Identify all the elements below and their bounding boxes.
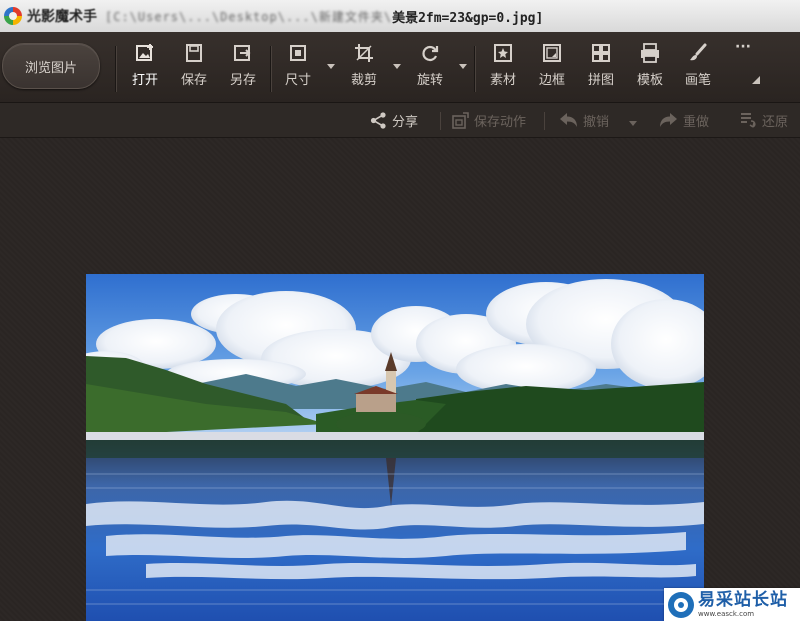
material-label: 素材	[489, 73, 516, 88]
browse-images-button[interactable]: 浏览图片	[2, 43, 100, 89]
restore-button[interactable]: 还原	[738, 110, 788, 130]
more-button[interactable]: ···	[720, 39, 766, 94]
save-action-button[interactable]: 保存动作	[452, 110, 526, 130]
image-canvas[interactable]	[0, 138, 800, 621]
rotate-icon	[419, 42, 441, 64]
save-action-label: 保存动作	[474, 114, 527, 130]
rotate-button[interactable]: 旋转	[407, 42, 453, 94]
save-button[interactable]: 保存	[171, 42, 217, 94]
save-as-icon	[232, 42, 254, 64]
action-divider	[544, 112, 545, 130]
restore-label: 还原	[762, 114, 789, 130]
site-watermark: 易采站长站 www.easck.com	[664, 588, 800, 621]
app-logo-icon	[4, 7, 22, 25]
landscape-photo	[86, 274, 704, 621]
template-label: 模板	[636, 73, 663, 88]
resize-icon	[287, 42, 309, 64]
toolbar-divider	[474, 46, 475, 92]
toolbar-divider	[115, 46, 116, 92]
app-window: 光影魔术手 [C:\Users\...\Desktop\...\新建文件夹\ 美…	[0, 0, 800, 621]
main-toolbar: 浏览图片 打开 保存 另存 尺寸 裁剪 旋转 素材 边框 拼图 模板 画笔 ··…	[0, 32, 800, 103]
template-button[interactable]: 模板	[627, 42, 673, 94]
resize-dropdown-arrow[interactable]	[327, 64, 335, 69]
share-icon	[370, 111, 386, 129]
save-label: 保存	[180, 73, 207, 88]
undo-dropdown-arrow[interactable]	[629, 121, 637, 126]
action-bar: 分享 保存动作 撤销 重做 还原	[0, 103, 800, 138]
crop-label: 裁剪	[350, 73, 377, 88]
redo-button[interactable]: 重做	[659, 110, 709, 130]
crop-icon	[353, 42, 375, 64]
material-button[interactable]: 素材	[480, 42, 526, 94]
undo-label: 撤销	[583, 114, 610, 130]
material-icon	[492, 42, 514, 64]
file-path: [C:\Users\...\Desktop\...\新建文件夹\	[105, 9, 393, 24]
frame-label: 边框	[538, 73, 565, 88]
collage-button[interactable]: 拼图	[578, 42, 624, 94]
open-label: 打开	[131, 73, 158, 88]
frame-button[interactable]: 边框	[529, 42, 575, 94]
template-icon	[639, 42, 661, 64]
share-button[interactable]: 分享	[370, 110, 418, 130]
resize-button[interactable]: 尺寸	[275, 42, 321, 94]
frame-icon	[541, 42, 563, 64]
collage-label: 拼图	[587, 73, 614, 88]
more-icon: ···	[732, 39, 754, 56]
rotate-dropdown-arrow[interactable]	[459, 64, 467, 69]
save-as-label: 另存	[229, 73, 256, 88]
toolbar-divider	[270, 46, 271, 92]
crop-button[interactable]: 裁剪	[341, 42, 387, 94]
watermark-name: 易采站长站	[698, 590, 788, 610]
brush-icon	[687, 42, 709, 64]
redo-label: 重做	[683, 114, 710, 130]
expand-toolbar-icon[interactable]	[752, 76, 760, 84]
brush-label: 画笔	[684, 73, 711, 88]
open-button[interactable]: 打开	[122, 42, 168, 94]
app-title: 光影魔术手	[27, 9, 97, 25]
undo-icon	[560, 112, 577, 127]
title-bar: 光影魔术手 [C:\Users\...\Desktop\...\新建文件夹\ 美…	[0, 0, 800, 33]
save-as-button[interactable]: 另存	[220, 42, 266, 94]
save-action-icon	[452, 111, 469, 129]
save-icon	[183, 42, 205, 64]
watermark-logo-icon	[668, 591, 694, 618]
open-image-icon	[134, 42, 156, 64]
restore-icon	[741, 112, 756, 128]
redo-icon	[660, 112, 677, 127]
collage-icon	[590, 42, 612, 64]
watermark-url: www.easck.com	[698, 610, 755, 618]
resize-label: 尺寸	[284, 73, 311, 88]
action-divider	[440, 112, 441, 130]
share-label: 分享	[392, 114, 419, 130]
more-label: ···	[735, 39, 751, 55]
crop-dropdown-arrow[interactable]	[393, 64, 401, 69]
rotate-label: 旋转	[416, 73, 443, 88]
brush-button[interactable]: 画笔	[675, 42, 721, 94]
undo-button[interactable]: 撤销	[559, 110, 609, 130]
file-name: 美景2fm=23&gp=0.jpg]	[392, 10, 544, 26]
